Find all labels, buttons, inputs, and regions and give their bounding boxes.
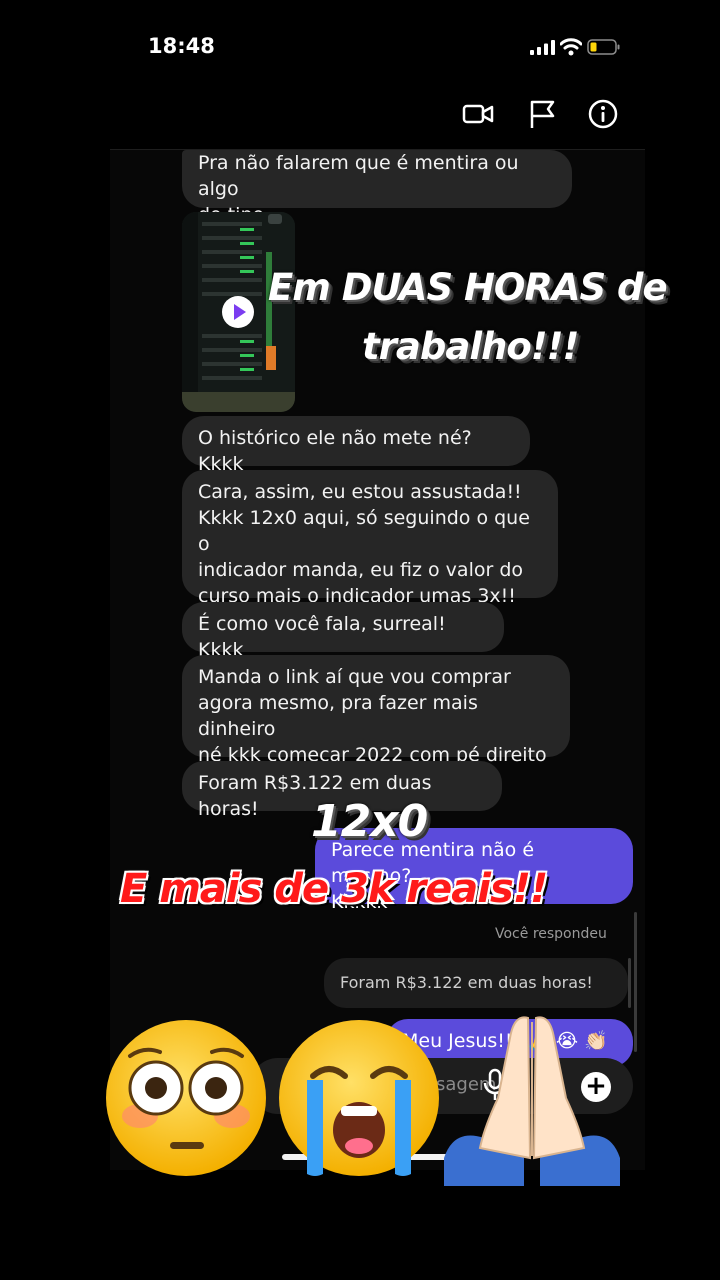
signal-icon <box>530 40 555 55</box>
reply-caption: Você respondeu <box>495 926 607 942</box>
scroll-bar[interactable] <box>634 912 637 1052</box>
incoming-message[interactable]: Pra não falarem que é mentira ou algo do… <box>182 150 572 226</box>
battery-icon <box>587 39 620 55</box>
message-text: Cara, assim, eu estou assustada!! Kkkk 1… <box>198 481 530 607</box>
scroll-bar[interactable] <box>628 958 631 1008</box>
incoming-message[interactable]: O histórico ele não mete né? Kkkk <box>182 416 530 475</box>
video-call-icon[interactable] <box>462 98 494 130</box>
status-time: 18:48 <box>148 34 215 58</box>
loudly-crying-face-emoji <box>279 1020 439 1176</box>
message-text: Manda o link aí que vou comprar agora me… <box>198 666 547 766</box>
score-overlay: 12x0 <box>311 796 428 847</box>
quoted-message[interactable]: Foram R$3.122 em duas horas! <box>324 958 628 1008</box>
message-text: Foram R$3.122 em duas horas! <box>340 973 593 992</box>
incoming-message[interactable]: Manda o link aí que vou comprar agora me… <box>182 655 570 766</box>
headline-overlay-line1: Em DUAS HORAS de <box>268 266 668 309</box>
wifi-icon <box>560 38 582 56</box>
incoming-message[interactable]: É como você fala, surreal! Kkkk <box>182 602 504 661</box>
folded-hands-emoji <box>444 1016 620 1186</box>
play-icon[interactable] <box>222 296 254 328</box>
headline-overlay-line2: trabalho!!! <box>362 325 579 368</box>
reais-overlay: E mais de 3k reais!! <box>120 866 548 912</box>
incoming-message[interactable]: Cara, assim, eu estou assustada!! Kkkk 1… <box>182 470 558 607</box>
chat-header <box>110 95 645 150</box>
video-message[interactable] <box>182 212 295 412</box>
flag-icon[interactable] <box>526 98 558 130</box>
info-icon[interactable] <box>587 98 619 130</box>
flushed-face-emoji <box>106 1020 266 1176</box>
status-bar: 18:48 <box>0 0 720 95</box>
